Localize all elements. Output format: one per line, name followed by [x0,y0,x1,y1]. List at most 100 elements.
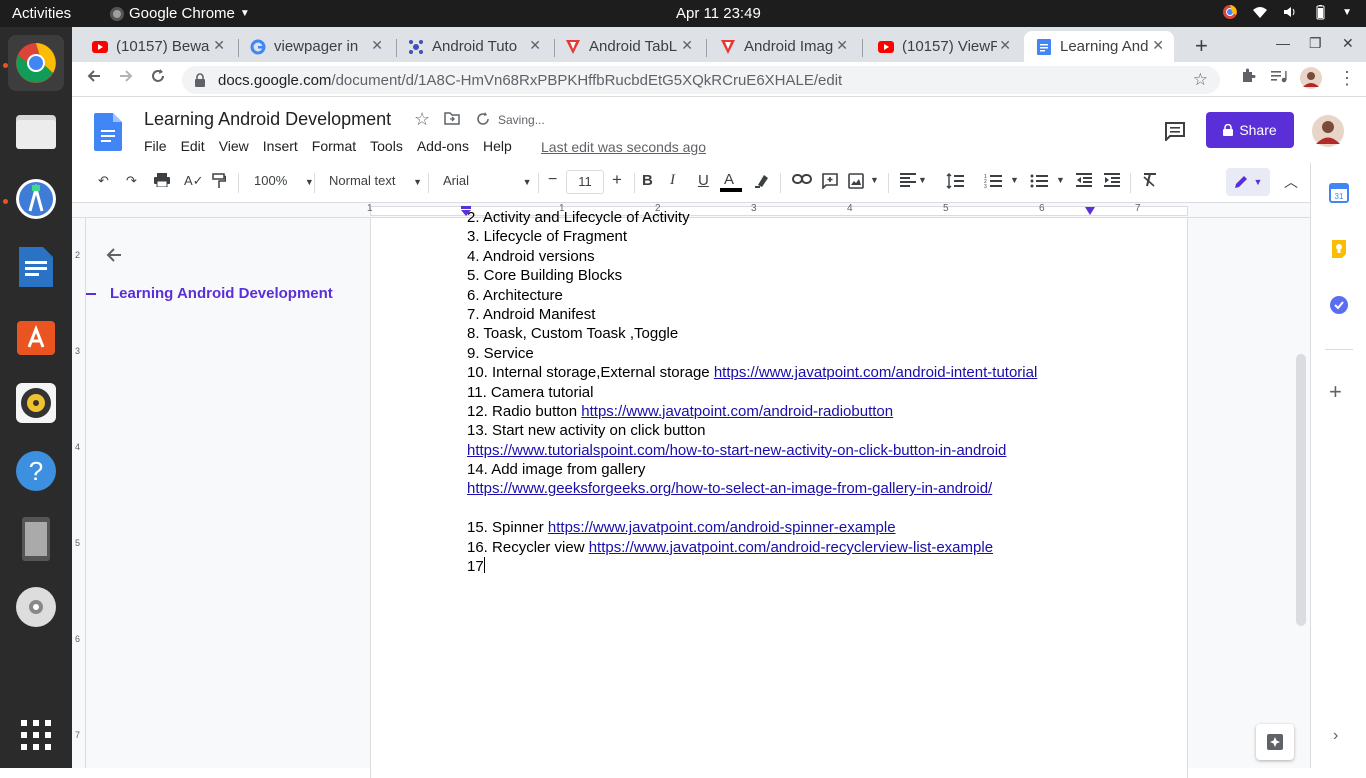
line-spacing-icon[interactable] [946,173,964,192]
close-icon[interactable]: ✕ [213,37,225,54]
chevron-down-icon[interactable]: ▼ [918,175,927,185]
explore-button[interactable] [1256,724,1294,760]
star-icon[interactable]: ☆ [1193,70,1208,90]
add-addon-icon[interactable]: + [1329,379,1342,405]
collapse-menus-icon[interactable]: ︿ [1284,172,1298,192]
arrow-left-icon[interactable] [106,246,122,269]
highlight-icon[interactable] [754,173,770,192]
tasks-icon[interactable] [1329,295,1349,315]
dock-help[interactable]: ? [8,443,64,499]
document-title[interactable]: Learning Android Development [144,109,391,130]
document-body[interactable]: 2. Activity and Lifecycle of Activity 3.… [467,208,1037,576]
spellcheck-icon[interactable]: A✓ [184,173,204,189]
close-icon[interactable]: ✕ [371,37,383,54]
last-edit-link[interactable]: Last edit was seconds ago [541,139,706,155]
docs-logo-icon[interactable] [94,113,122,151]
tab-google-docs[interactable]: Learning And ✕ [1024,31,1174,62]
account-avatar[interactable] [1312,115,1344,147]
extensions-icon[interactable] [1240,68,1256,89]
chevron-down-icon[interactable]: ▼ [1056,175,1065,185]
dock-libreoffice-writer[interactable] [8,239,64,295]
keep-icon[interactable] [1329,239,1349,259]
star-icon[interactable]: ☆ [414,109,430,130]
share-button[interactable]: Share [1206,112,1294,148]
dock-disc[interactable] [8,579,64,635]
document-page[interactable]: 2. Activity and Lifecycle of Activity 3.… [370,209,1188,778]
undo-icon[interactable]: ↶ [98,173,109,189]
forward-button[interactable] [118,68,134,89]
menu-addons[interactable]: Add-ons [417,138,469,154]
clear-formatting-icon[interactable] [1142,173,1158,190]
system-tray[interactable]: ▼ [1222,4,1352,20]
menu-edit[interactable]: Edit [181,138,205,154]
style-select[interactable]: Normal text ▼ [329,173,422,188]
menu-tools[interactable]: Tools [370,138,403,154]
print-icon[interactable] [154,173,170,190]
maximize-button[interactable]: ❐ [1309,35,1322,52]
paint-format-icon[interactable] [212,173,227,192]
menu-help[interactable]: Help [483,138,512,154]
text-color-icon[interactable]: A [720,171,742,192]
font-select[interactable]: Arial ▼ [443,173,532,188]
tab-android-tablayout[interactable]: Android TabL ✕ [545,31,703,62]
profile-avatar[interactable] [1300,67,1322,94]
calendar-icon[interactable]: 31 [1329,183,1349,203]
tab-android-tutorial[interactable]: Android Tuto ✕ [388,31,551,62]
dock-rhythmbox[interactable] [8,375,64,431]
scrollbar[interactable] [1296,354,1306,626]
activities-button[interactable]: Activities [12,5,71,22]
increase-font-size-button[interactable]: + [612,170,622,190]
increase-indent-icon[interactable] [1104,173,1120,190]
decrease-font-size-button[interactable]: − [548,171,557,189]
chevron-down-icon[interactable]: ▼ [1010,175,1019,185]
link[interactable]: https://www.javatpoint.com/android-radio… [581,403,893,420]
vertical-ruler[interactable]: 2 3 4 5 6 7 [72,218,86,768]
close-icon[interactable]: ✕ [1152,37,1164,54]
comments-icon[interactable] [1164,121,1186,146]
align-icon[interactable] [900,173,916,190]
close-icon[interactable]: ✕ [529,37,541,54]
link[interactable]: https://www.javatpoint.com/android-spinn… [548,519,896,536]
close-window-button[interactable]: ✕ [1342,35,1354,52]
tab-youtube-1[interactable]: (10157) Bewa ✕ [72,31,235,62]
link[interactable]: https://www.javatpoint.com/android-recyc… [589,539,993,556]
underline-icon[interactable]: U [698,172,709,189]
clock[interactable]: Apr 11 23:49 [676,5,761,22]
close-icon[interactable]: ✕ [681,37,693,54]
link[interactable]: https://www.geeksforgeeks.org/how-to-sel… [467,480,992,497]
chrome-menu-icon[interactable]: ⋮ [1338,68,1356,89]
media-control-icon[interactable] [1270,68,1288,89]
new-tab-button[interactable]: + [1195,33,1208,59]
close-icon[interactable]: ✕ [999,37,1011,54]
move-folder-icon[interactable] [444,111,460,130]
minimize-button[interactable]: — [1276,35,1290,51]
dock-android-studio[interactable] [8,171,64,227]
bold-icon[interactable]: B [642,172,653,189]
redo-icon[interactable]: ↷ [126,173,137,189]
app-menu[interactable]: Google Chrome ▼ [110,5,250,22]
dock-show-apps[interactable] [8,707,64,763]
decrease-indent-icon[interactable] [1076,173,1092,190]
chevron-down-icon[interactable]: ▼ [870,175,879,185]
italic-icon[interactable]: I [670,172,675,189]
close-icon[interactable]: ✕ [836,37,848,54]
menu-insert[interactable]: Insert [263,138,298,154]
menu-view[interactable]: View [219,138,249,154]
outline-heading[interactable]: Learning Android Development [110,285,333,302]
link[interactable]: https://www.javatpoint.com/android-inten… [714,364,1038,381]
editing-mode-button[interactable]: ▼ [1226,168,1270,196]
font-size-input[interactable]: 11 [566,170,604,194]
tab-youtube-2[interactable]: (10157) ViewP ✕ [858,31,1021,62]
tab-google-search[interactable]: viewpager in ✕ [230,31,393,62]
back-button[interactable] [86,68,102,89]
link-icon[interactable] [792,173,812,188]
bulleted-list-icon[interactable] [1030,173,1048,192]
url-input[interactable]: docs.google.com/document/d/1A8C-HmVn68Rx… [182,66,1220,94]
reload-button[interactable] [150,68,166,89]
link[interactable]: https://www.tutorialspoint.com/how-to-st… [467,442,1006,459]
menu-file[interactable]: File [144,138,167,154]
tab-android-image[interactable]: Android Imag ✕ [700,31,858,62]
right-indent-marker[interactable] [1084,207,1096,215]
insert-image-icon[interactable] [848,173,864,192]
numbered-list-icon[interactable]: 123 [984,173,1002,192]
